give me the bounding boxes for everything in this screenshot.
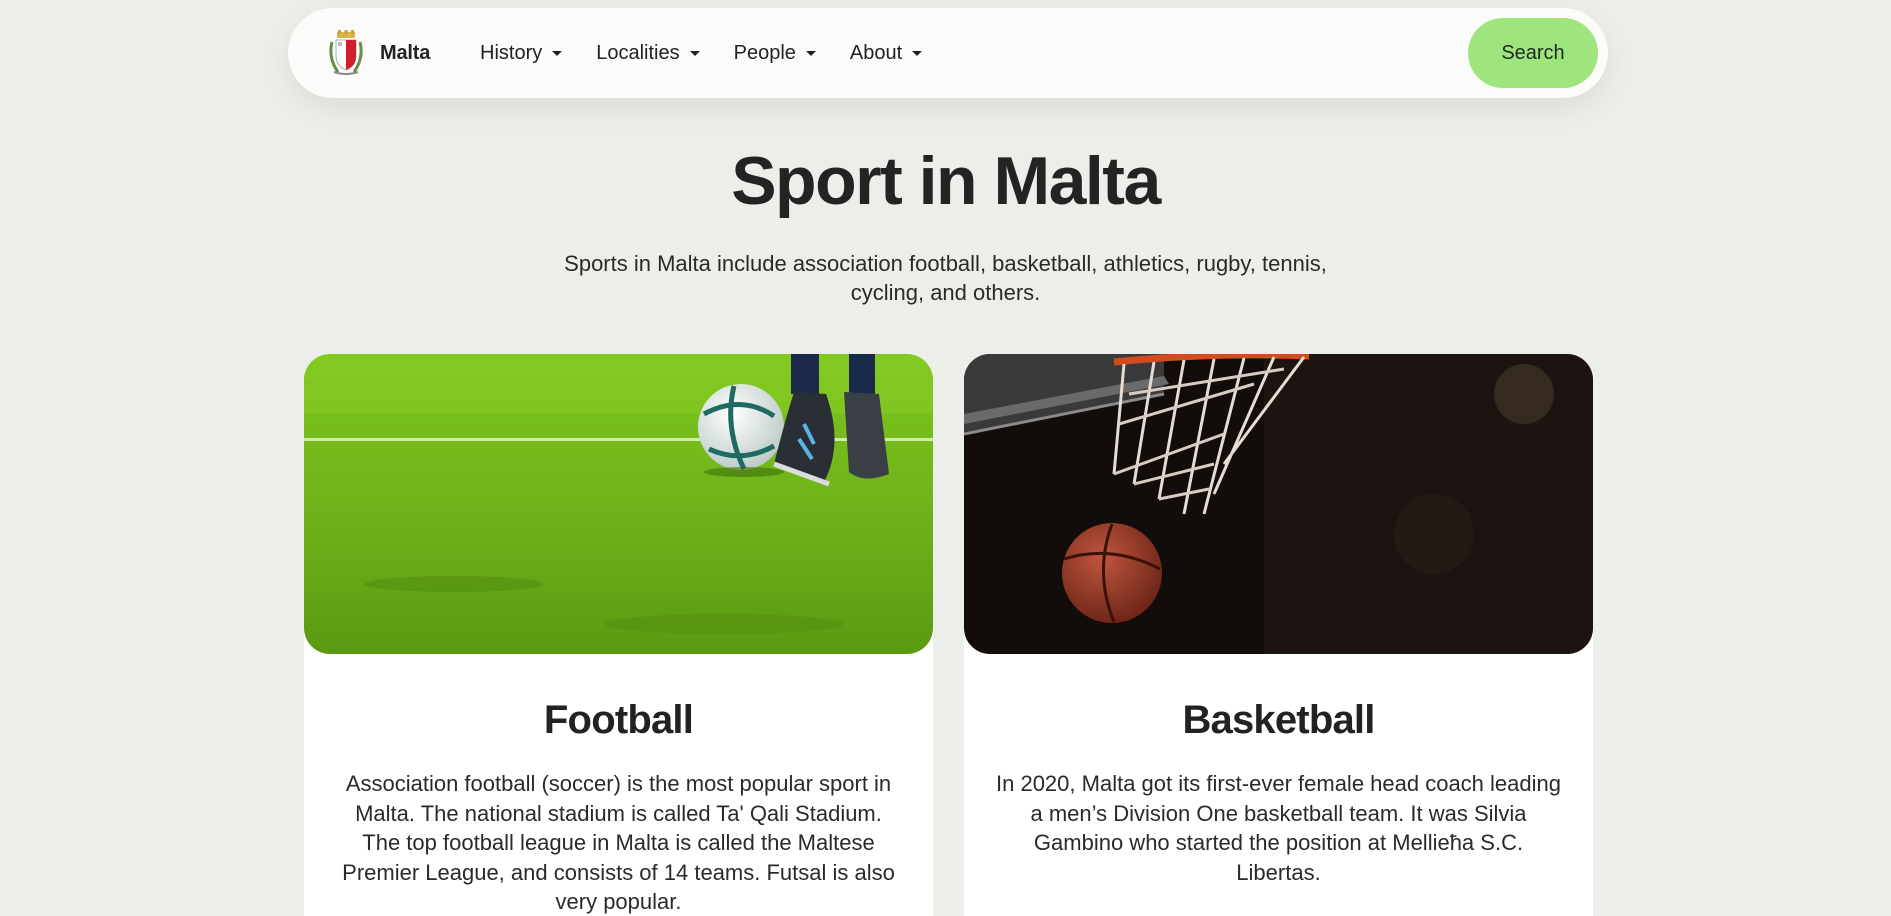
- basketball-image: [964, 354, 1593, 654]
- caret-down-icon: [689, 51, 700, 56]
- nav-item-label: Localities: [596, 41, 680, 64]
- caret-down-icon: [912, 51, 923, 56]
- nav-item-label: People: [733, 41, 796, 64]
- nav-item-about[interactable]: About: [850, 42, 924, 65]
- brand-name: Malta: [380, 41, 431, 64]
- malta-coat-of-arms-icon: [329, 30, 363, 75]
- navbar: Malta History Localities People About Se…: [288, 8, 1608, 98]
- football-image: [304, 354, 933, 654]
- nav-item-label: History: [480, 41, 543, 64]
- caret-down-icon: [805, 51, 816, 56]
- caret-down-icon: [552, 51, 563, 56]
- card-title: Football: [543, 698, 694, 742]
- sport-card-basketball: Basketball In 2020, Malta got its first-…: [964, 354, 1593, 916]
- card-title: Basketball: [1182, 698, 1375, 742]
- nav-item-history[interactable]: History: [480, 42, 564, 65]
- nav-item-label: About: [849, 41, 903, 64]
- nav-item-people[interactable]: People: [734, 42, 818, 65]
- sport-card-football: Football Association football (soccer) i…: [304, 354, 933, 916]
- nav-menu: History Localities People About: [480, 8, 956, 98]
- nav-item-localities[interactable]: Localities: [596, 42, 701, 65]
- brand-home-link[interactable]: Malta: [328, 30, 430, 76]
- search-button[interactable]: Search: [1468, 18, 1598, 88]
- page-description: Sports in Malta include association foot…: [564, 251, 1327, 305]
- card-text: In 2020, Malta got its first-ever female…: [996, 771, 1561, 885]
- page-title: Sport in Malta: [731, 143, 1161, 219]
- card-text: Association football (soccer) is the mos…: [342, 771, 895, 914]
